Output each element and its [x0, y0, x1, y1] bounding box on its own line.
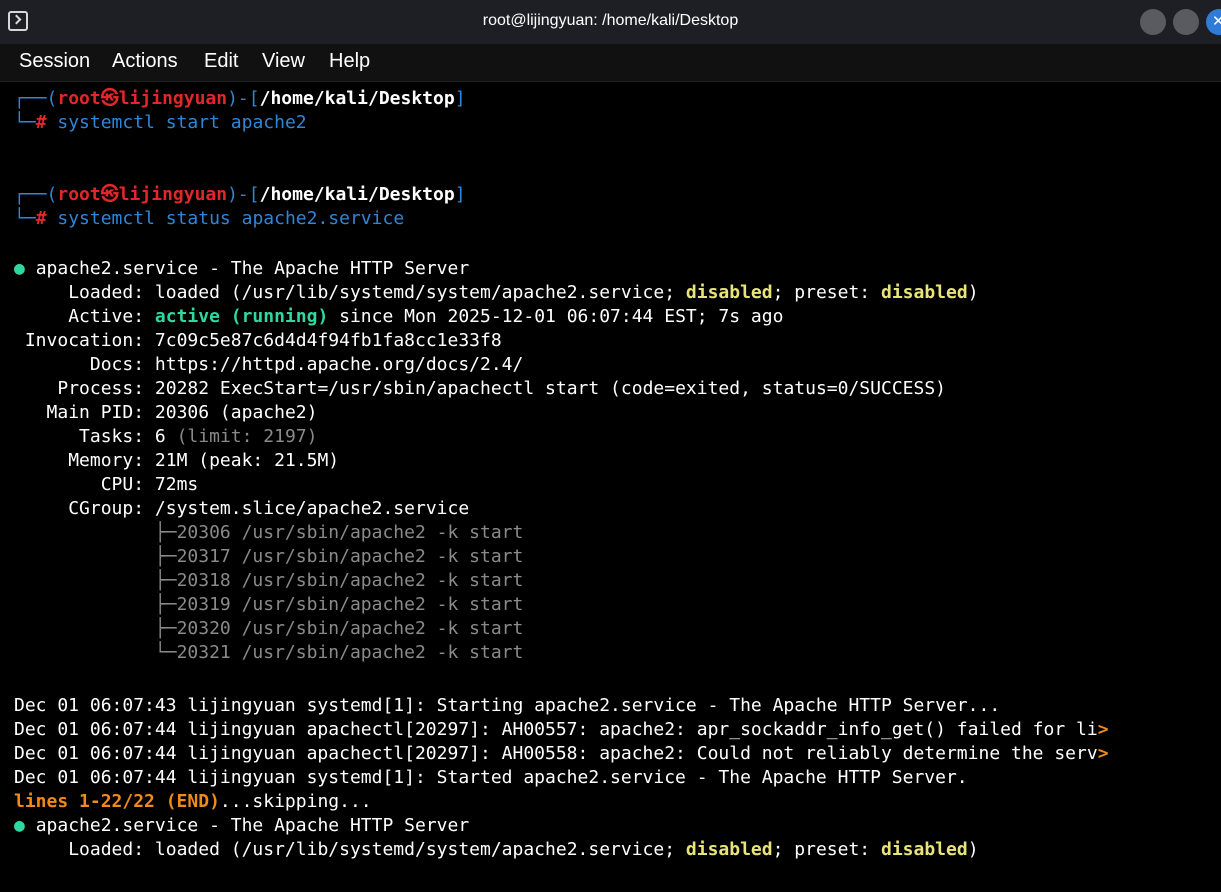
menu-edit[interactable]: Edit: [204, 50, 238, 73]
cpu-line: CPU: 72ms: [100, 474, 199, 495]
log-line: Dec 01 06:07:44 lijingyuan apachectl[202…: [14, 743, 1109, 764]
menu-bar: Session Actions Edit View Help: [0, 44, 1221, 82]
minimize-button[interactable]: [1140, 9, 1166, 35]
log-line: Dec 01 06:07:44 lijingyuan apachectl[202…: [14, 719, 1109, 740]
memory-line: Memory: 21M (peak: 21.5M): [68, 450, 340, 471]
service-header: ● apache2.service - The Apache HTTP Serv…: [14, 258, 470, 279]
cgroup-tree-item: ├─20319 /usr/sbin/apache2 -k start: [154, 594, 524, 615]
menu-session[interactable]: Session: [19, 50, 90, 73]
service-header-repeat: ● apache2.service - The Apache HTTP Serv…: [14, 815, 470, 836]
invocation-line: Invocation: 7c09c5e87c6d4d4f94fb1fa8cc1e…: [24, 330, 502, 351]
cgroup-tree-item: └─20321 /usr/sbin/apache2 -k start: [154, 642, 524, 663]
cgroup-tree-item: ├─20320 /usr/sbin/apache2 -k start: [154, 618, 524, 639]
status-dot-icon: ●: [14, 815, 25, 836]
loaded-line-repeat: Loaded: loaded (/usr/lib/systemd/system/…: [68, 839, 979, 860]
terminal-output[interactable]: ┌──(root㉿lijingyuan)-[/home/kali/Desktop…: [0, 81, 1221, 892]
status-dot-icon: ●: [14, 258, 25, 279]
loaded-line: Loaded: loaded (/usr/lib/systemd/system/…: [68, 282, 979, 303]
mainpid-line: Main PID: 20306 (apache2): [46, 402, 318, 423]
cgroup-line: CGroup: /system.slice/apache2.service: [68, 498, 470, 519]
menu-help[interactable]: Help: [329, 50, 370, 73]
tasks-line: Tasks: 6 (limit: 2197): [79, 426, 318, 447]
log-line: Dec 01 06:07:44 lijingyuan systemd[1]: S…: [14, 767, 968, 788]
menu-view[interactable]: View: [262, 50, 305, 73]
active-line: Active: active (running) since Mon 2025-…: [68, 306, 784, 327]
maximize-button[interactable]: [1173, 9, 1199, 35]
process-line: Process: 20282 ExecStart=/usr/sbin/apach…: [57, 378, 947, 399]
window-title: root@lijingyuan: /home/kali/Desktop: [482, 12, 739, 29]
prompt-line-2: ┌──(root㉿lijingyuan)-[/home/kali/Desktop…: [14, 184, 466, 205]
cgroup-tree-item: ├─20317 /usr/sbin/apache2 -k start: [154, 546, 524, 567]
pager-status: lines 1-22/22 (END)...skipping...: [14, 791, 372, 812]
cgroup-tree-item: ├─20306 /usr/sbin/apache2 -k start: [154, 522, 524, 543]
close-button[interactable]: [1206, 9, 1221, 35]
docs-line: Docs: https://httpd.apache.org/docs/2.4/: [89, 354, 524, 375]
command-line-2: └─# systemctl status apache2.service: [14, 208, 405, 229]
log-line: Dec 01 06:07:43 lijingyuan systemd[1]: S…: [14, 695, 1001, 716]
title-bar: root@lijingyuan: /home/kali/Desktop: [0, 0, 1221, 44]
cgroup-tree-item: ├─20318 /usr/sbin/apache2 -k start: [154, 570, 524, 591]
command-line-1: └─# systemctl start apache2: [14, 112, 307, 133]
prompt-line-1: ┌──(root㉿lijingyuan)-[/home/kali/Desktop…: [14, 88, 466, 109]
menu-actions[interactable]: Actions: [112, 50, 178, 73]
